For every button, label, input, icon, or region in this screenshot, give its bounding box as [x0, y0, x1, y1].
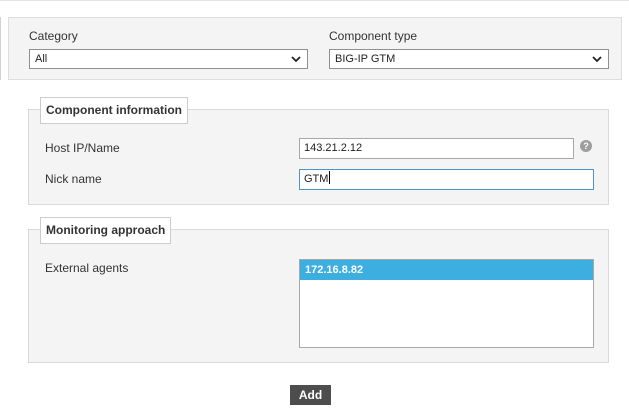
help-icon[interactable]: ?: [580, 140, 592, 152]
host-input[interactable]: 143.21.2.12: [299, 138, 574, 159]
monitoring-approach-section: Monitoring approach External agents 172.…: [28, 217, 609, 363]
host-input-value: 143.21.2.12: [304, 142, 363, 154]
category-value: All: [35, 53, 48, 65]
component-type-select[interactable]: BIG-IP GTM: [329, 49, 609, 69]
component-information-legend: Component information: [40, 97, 188, 124]
agent-option[interactable]: 172.16.8.82: [300, 260, 593, 280]
nick-name-label: Nick name: [45, 172, 102, 186]
text-caret: [329, 171, 331, 184]
chevron-down-icon: [291, 56, 301, 63]
left-edge: [0, 17, 1, 80]
component-type-value: BIG-IP GTM: [335, 53, 396, 65]
external-agents-label: External agents: [45, 261, 129, 275]
nick-name-input[interactable]: GTM: [299, 169, 594, 190]
category-select[interactable]: All: [29, 49, 308, 69]
component-type-label: Component type: [329, 29, 418, 43]
monitoring-approach-legend: Monitoring approach: [40, 217, 172, 244]
add-component-page: Category All Component type BIG-IP GTM C…: [0, 0, 629, 414]
component-information-section: Component information Host IP/Name 143.2…: [28, 97, 609, 205]
chevron-down-icon: [592, 56, 602, 63]
host-label: Host IP/Name: [45, 141, 120, 155]
nick-name-value: GTM: [304, 173, 329, 185]
external-agents-listbox[interactable]: 172.16.8.82: [299, 259, 594, 348]
category-label: Category: [29, 29, 78, 43]
add-button[interactable]: Add: [290, 385, 331, 405]
top-divider: [0, 0, 629, 1]
